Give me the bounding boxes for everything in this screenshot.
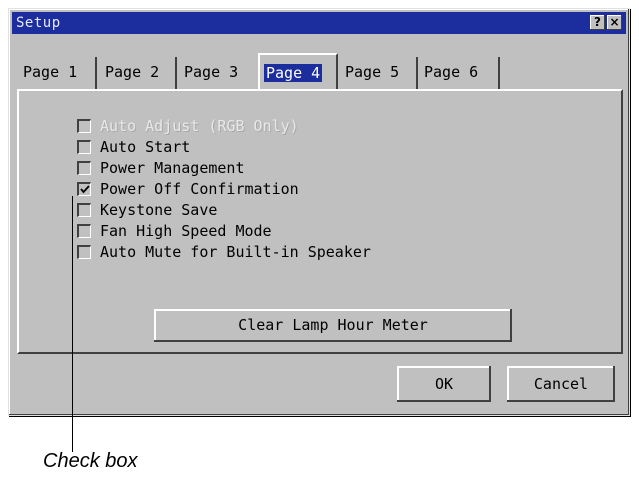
power-management-checkbox[interactable] xyxy=(77,161,91,175)
option-label: Auto Start xyxy=(100,138,191,156)
tab-label: Page 5 xyxy=(345,63,400,81)
title-bar[interactable]: Setup ? × xyxy=(12,12,626,34)
help-button[interactable]: ? xyxy=(590,15,605,30)
fan-high-speed-checkbox[interactable] xyxy=(77,224,91,238)
tab-page-6[interactable]: Page 6 xyxy=(418,57,500,89)
tab-panel-page-4: Auto Adjust (RGB Only) Auto Start Power … xyxy=(17,89,623,354)
auto-mute-checkbox[interactable] xyxy=(77,245,91,259)
tab-label: Page 3 xyxy=(184,63,239,81)
cancel-button[interactable]: Cancel xyxy=(507,366,615,402)
tab-page-5[interactable]: Page 5 xyxy=(339,57,418,89)
check-box-caption: Check box xyxy=(43,450,138,472)
option-label: Fan High Speed Mode xyxy=(100,222,272,240)
checkmark-icon xyxy=(80,185,90,194)
auto-adjust-checkbox[interactable] xyxy=(77,119,91,133)
clear-lamp-hour-meter-button[interactable]: Clear Lamp Hour Meter xyxy=(154,309,512,342)
keystone-save-checkbox[interactable] xyxy=(77,203,91,217)
tab-label: Page 2 xyxy=(105,63,160,81)
option-label: Power Off Confirmation xyxy=(100,180,299,198)
option-label: Keystone Save xyxy=(100,201,218,219)
option-label: Auto Adjust (RGB Only) xyxy=(100,117,299,135)
auto-start-checkbox[interactable] xyxy=(77,140,91,154)
window-title: Setup xyxy=(16,15,61,31)
tab-page-4[interactable]: Page 4 xyxy=(258,53,338,89)
option-label: Power Management xyxy=(100,159,245,177)
tab-label: Page 4 xyxy=(264,64,323,82)
tab-label: Page 6 xyxy=(424,63,479,81)
tab-label: Page 1 xyxy=(23,63,78,81)
option-label: Auto Mute for Built-in Speaker xyxy=(100,243,371,261)
tab-page-1[interactable]: Page 1 xyxy=(17,57,97,89)
close-button[interactable]: × xyxy=(607,15,622,30)
tab-page-2[interactable]: Page 2 xyxy=(99,57,177,89)
power-off-confirmation-checkbox[interactable] xyxy=(77,182,91,196)
setup-dialog: Setup ? × Page 1 Page 2 Page 3 Page 4 Pa… xyxy=(8,8,630,416)
tab-strip: Page 1 Page 2 Page 3 Page 4 Page 5 Page … xyxy=(17,53,623,89)
callout-leader-line xyxy=(72,196,73,452)
ok-button[interactable]: OK xyxy=(397,366,491,402)
tab-page-3[interactable]: Page 3 xyxy=(178,57,258,89)
